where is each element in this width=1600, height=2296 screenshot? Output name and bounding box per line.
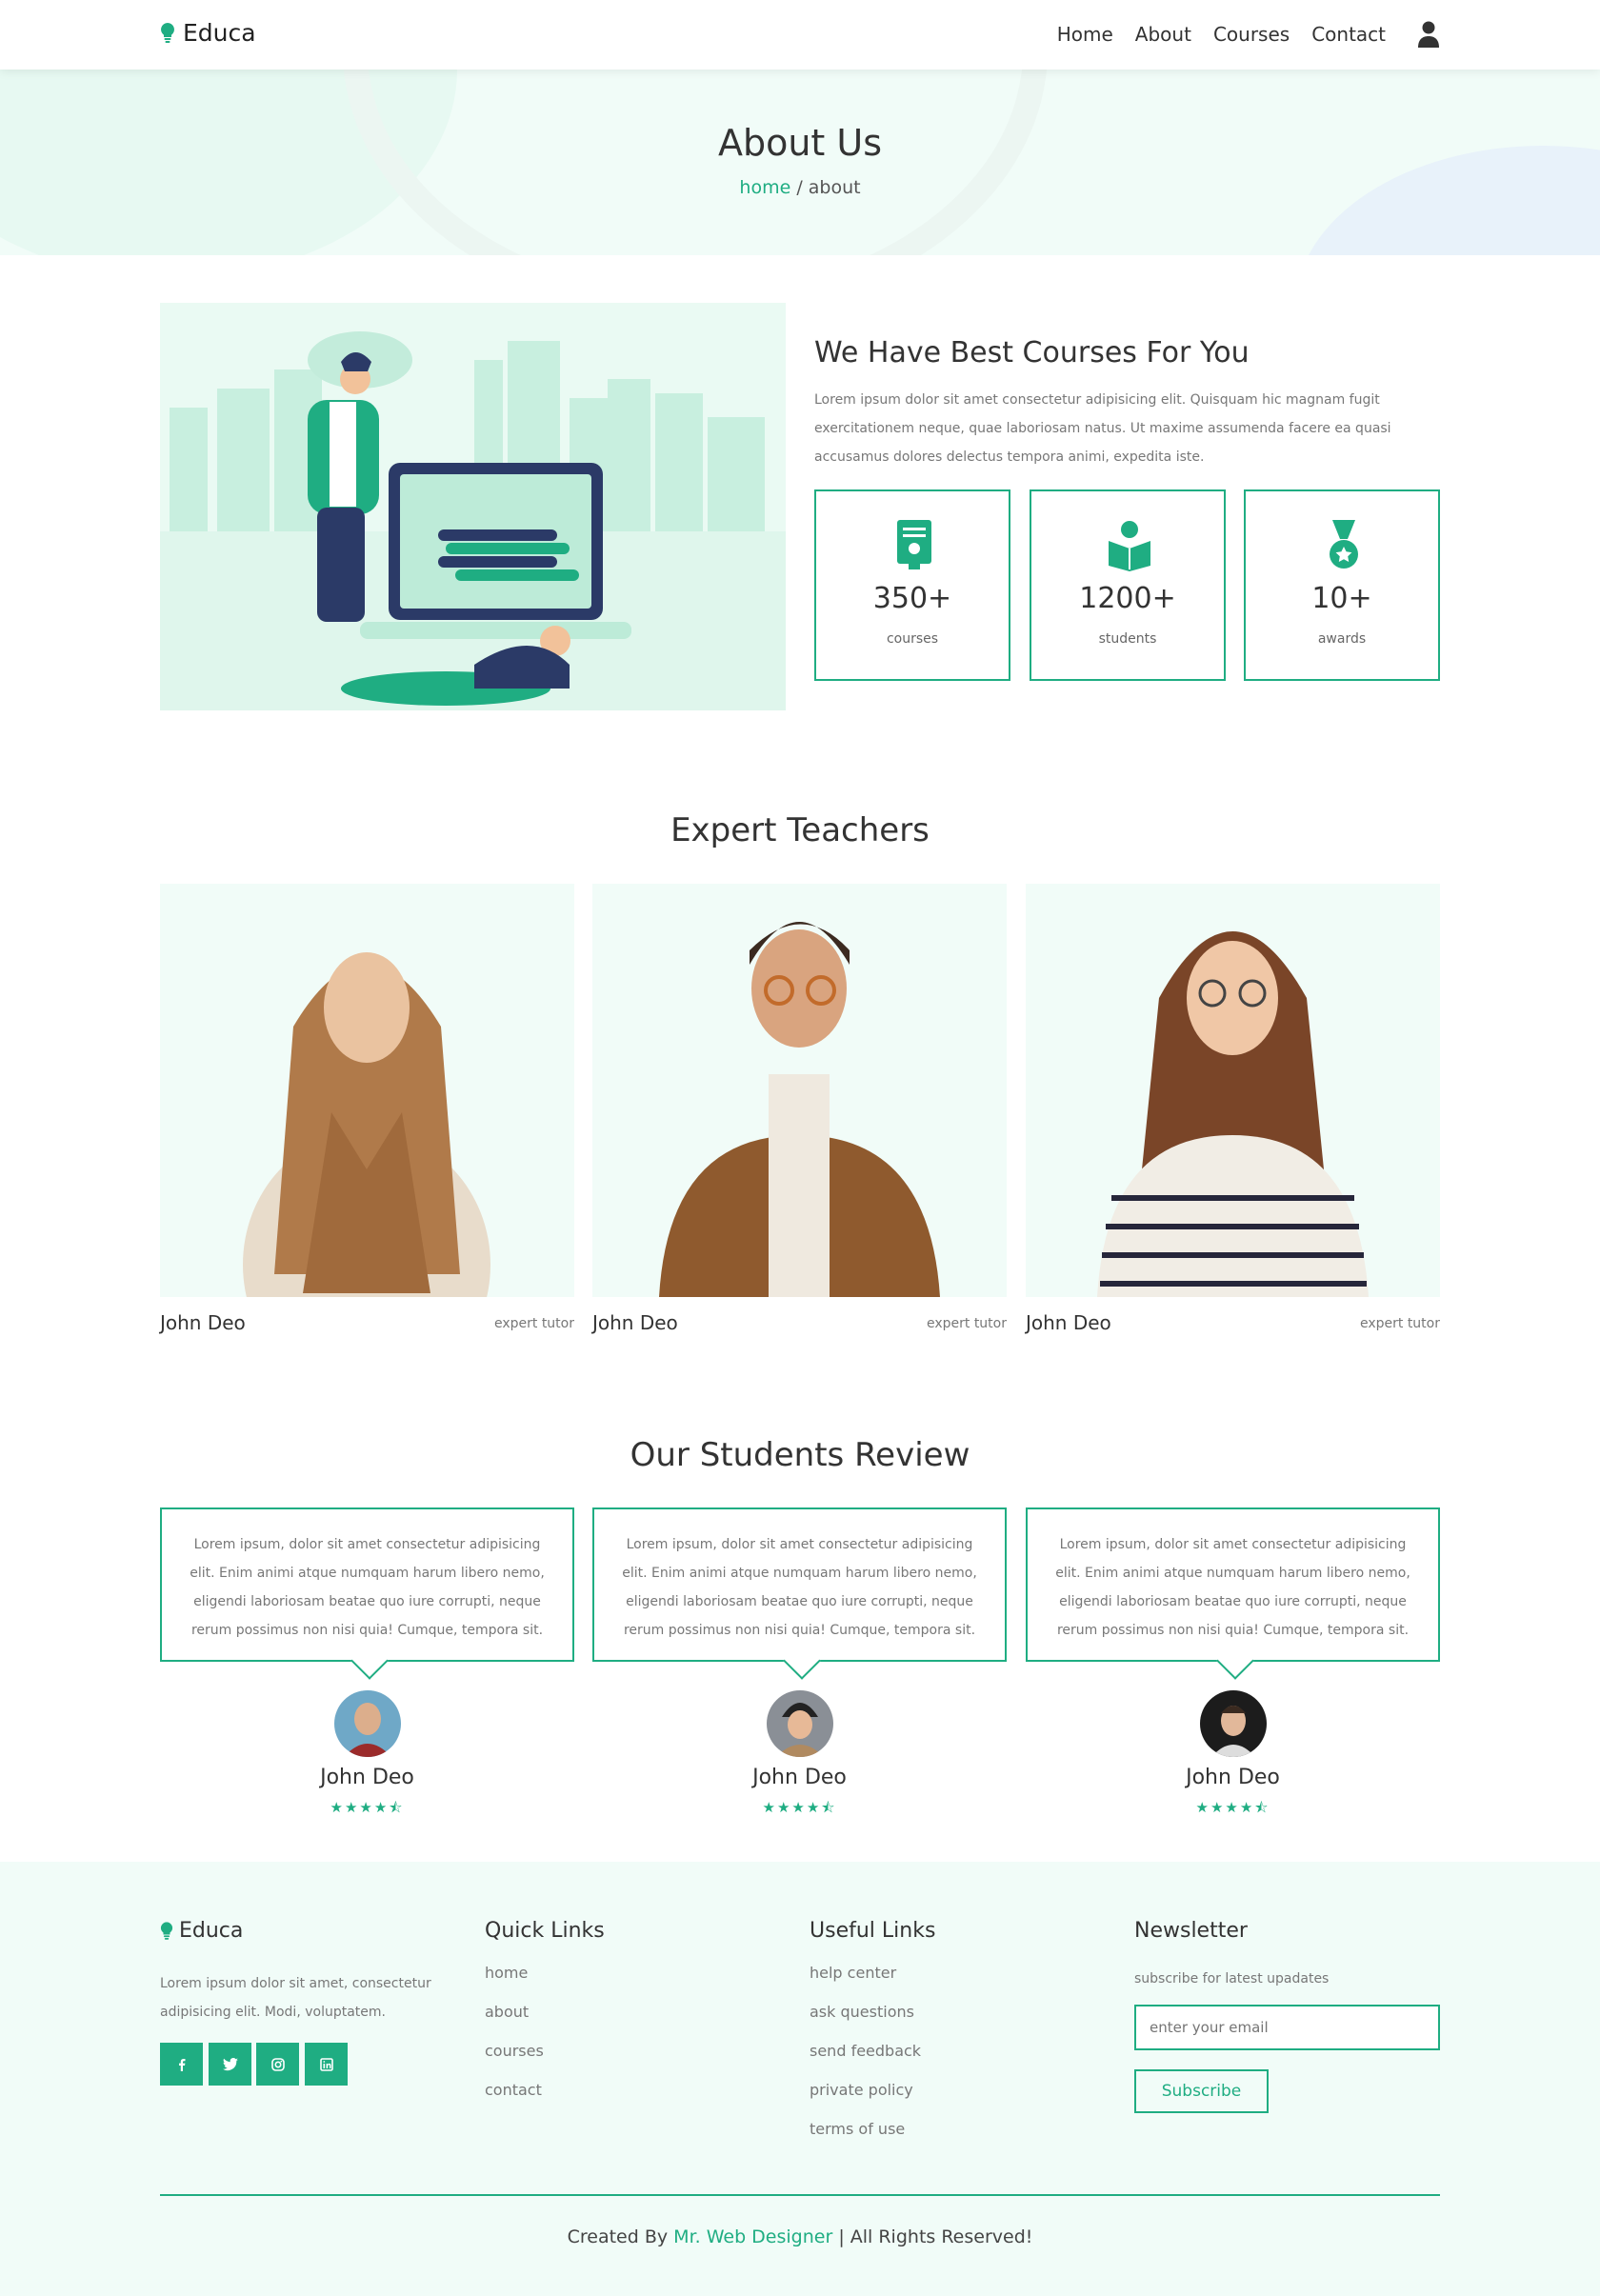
main-nav: Home About Courses Contact (1057, 23, 1386, 46)
credit-suffix: | All Rights Reserved! (832, 2226, 1033, 2247)
credit-author-link[interactable]: Mr. Web Designer (673, 2226, 832, 2247)
newsletter-heading: Newsletter (1134, 1919, 1248, 1943)
review-text: Lorem ipsum, dolor sit amet consectetur … (592, 1507, 1007, 1662)
about-heading: We Have Best Courses For You (814, 336, 1250, 369)
twitter-button[interactable] (209, 2043, 251, 2086)
logo-text: Educa (183, 19, 256, 47)
quick-links-heading: Quick Links (485, 1919, 605, 1943)
stat-card-students: 1200+ students (1030, 489, 1226, 681)
instagram-button[interactable] (256, 2043, 299, 2086)
review-card: Lorem ipsum, dolor sit amet consectetur … (160, 1507, 574, 1816)
footer-link-courses[interactable]: courses (485, 2042, 605, 2060)
breadcrumb-home[interactable]: home (739, 177, 790, 198)
breadcrumb-separator: / (790, 177, 809, 198)
page-banner: About Us home / about (0, 70, 1600, 255)
footer-link-home[interactable]: home (485, 1964, 605, 1982)
lightbulb-icon (161, 22, 174, 43)
facebook-button[interactable] (160, 2043, 203, 2086)
nav-about[interactable]: About (1135, 23, 1191, 46)
footer-link-terms-of-use[interactable]: terms of use (810, 2120, 935, 2138)
stat-value: 10+ (1311, 582, 1372, 615)
nav-home[interactable]: Home (1057, 23, 1113, 46)
credit-prefix: Created By (567, 2226, 674, 2247)
footer-link-about[interactable]: about (485, 2003, 605, 2021)
teacher-role: expert tutor (493, 1316, 574, 1331)
footer-link-private-policy[interactable]: private policy (810, 2081, 935, 2099)
instagram-icon (270, 2057, 285, 2071)
stat-label: courses (886, 631, 939, 647)
teacher-photo (1026, 884, 1440, 1297)
award-medal-icon (1330, 520, 1358, 569)
stat-card-courses: 350+ courses (814, 489, 1010, 681)
teacher-card: John Deo expert tutor (1026, 884, 1440, 1334)
review-card: Lorem ipsum, dolor sit amet consectetur … (592, 1507, 1007, 1816)
nav-contact[interactable]: Contact (1311, 23, 1386, 46)
about-description: Lorem ipsum dolor sit amet consectetur a… (814, 392, 1391, 465)
nav-courses[interactable]: Courses (1213, 23, 1290, 46)
avatar (1200, 1690, 1267, 1757)
review-text: Lorem ipsum, dolor sit amet consectetur … (1026, 1507, 1440, 1662)
newsletter-subtitle: subscribe for latest upadates (1134, 1971, 1330, 1987)
logo[interactable]: Educa (160, 19, 256, 47)
useful-links-heading: Useful Links (810, 1919, 936, 1943)
avatar (334, 1690, 401, 1757)
newsletter-column: Newsletter (1134, 1919, 1248, 1943)
quick-links-column: Quick Links home about courses contact (485, 1919, 605, 2099)
lightbulb-icon (160, 1921, 173, 1940)
user-icon[interactable] (1417, 21, 1440, 48)
useful-links-column: Useful Links help center ask questions s… (810, 1919, 935, 2138)
breadcrumb: home / about (0, 177, 1600, 198)
avatar (767, 1690, 833, 1757)
teacher-card: John Deo expert tutor (160, 884, 574, 1334)
teacher-name: John Deo (1026, 1311, 1111, 1334)
stat-card-awards: 10+ awards (1244, 489, 1440, 681)
footer-logo[interactable]: Educa (160, 1919, 243, 1943)
teacher-role: expert tutor (926, 1316, 1007, 1331)
twitter-icon (222, 2057, 238, 2070)
linkedin-icon (319, 2057, 333, 2071)
student-reading-icon (1109, 521, 1150, 571)
teacher-photo (592, 884, 1007, 1297)
about-illustration (160, 303, 786, 710)
teachers-heading: Expert Teachers (670, 811, 930, 849)
reviews-heading: Our Students Review (630, 1436, 970, 1474)
footer-link-ask-questions[interactable]: ask questions (810, 2003, 935, 2021)
review-text: Lorem ipsum, dolor sit amet consectetur … (160, 1507, 574, 1662)
footer-brand-column: Educa (160, 1919, 243, 1943)
star-rating: ★★★★⯪ (1195, 1799, 1270, 1816)
footer-link-help-center[interactable]: help center (810, 1964, 935, 1982)
footer-credit: Created By Mr. Web Designer | All Rights… (0, 2226, 1600, 2247)
footer-description: Lorem ipsum dolor sit amet, consectetur … (160, 1976, 431, 2020)
reviewer-name: John Deo (1186, 1766, 1280, 1789)
footer-logo-text: Educa (179, 1919, 244, 1943)
linkedin-button[interactable] (305, 2043, 348, 2086)
teacher-role: expert tutor (1359, 1316, 1440, 1331)
facebook-icon (178, 2058, 185, 2071)
page-title: About Us (717, 122, 883, 164)
site-header: Educa Home About Courses Contact (0, 0, 1600, 70)
email-field[interactable] (1134, 2005, 1440, 2050)
teacher-photo (160, 884, 574, 1297)
teacher-name: John Deo (160, 1311, 246, 1334)
reviewer-name: John Deo (752, 1766, 847, 1789)
footer-divider (160, 2194, 1440, 2196)
stat-label: awards (1317, 631, 1367, 647)
teacher-name: John Deo (592, 1311, 678, 1334)
footer-link-send-feedback[interactable]: send feedback (810, 2042, 935, 2060)
subscribe-button[interactable]: Subscribe (1134, 2069, 1269, 2113)
review-card: Lorem ipsum, dolor sit amet consectetur … (1026, 1507, 1440, 1816)
stat-value: 1200+ (1079, 582, 1176, 615)
star-rating: ★★★★⯪ (330, 1799, 405, 1816)
breadcrumb-current: about (808, 177, 861, 198)
stat-label: students (1098, 631, 1157, 647)
certificate-icon (897, 520, 931, 569)
star-rating: ★★★★⯪ (762, 1799, 837, 1816)
stat-value: 350+ (872, 582, 952, 615)
reviewer-name: John Deo (320, 1766, 414, 1789)
teacher-card: John Deo expert tutor (592, 884, 1007, 1334)
footer-link-contact[interactable]: contact (485, 2081, 605, 2099)
